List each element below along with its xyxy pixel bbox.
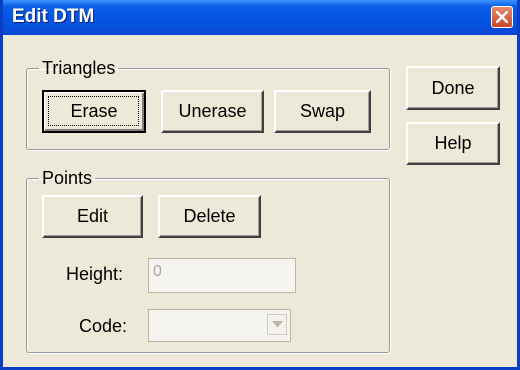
help-button-label: Help: [434, 133, 472, 153]
unerase-button-label: Unerase: [178, 101, 247, 121]
swap-button[interactable]: Swap: [274, 90, 371, 133]
code-label: Code:: [79, 316, 128, 336]
unerase-button[interactable]: Unerase: [161, 90, 264, 133]
done-button-label: Done: [431, 77, 475, 98]
delete-point-button-label: Delete: [183, 206, 236, 226]
height-field[interactable]: 0: [148, 258, 296, 293]
edit-point-button-label: Edit: [76, 206, 109, 226]
code-dropdown[interactable]: [148, 309, 291, 342]
dropdown-button[interactable]: [267, 314, 287, 335]
points-legend: Points: [42, 168, 93, 188]
height-label: Height:: [66, 264, 124, 284]
help-button[interactable]: Help: [406, 122, 500, 165]
chevron-down-icon: [272, 321, 283, 328]
delete-point-button[interactable]: Delete: [158, 195, 261, 238]
close-button[interactable]: [491, 6, 513, 28]
title-bar[interactable]: Edit DTM: [3, 0, 517, 35]
erase-button[interactable]: Erase: [42, 90, 146, 133]
erase-button-label: Erase: [70, 101, 118, 121]
done-button[interactable]: Done: [406, 66, 500, 110]
edit-point-button[interactable]: Edit: [42, 195, 143, 238]
edit-dtm-dialog: Edit DTM Triangles Erase Unerase Swap Do…: [0, 0, 520, 370]
triangles-legend: Triangles: [42, 58, 116, 78]
swap-button-label: Swap: [299, 101, 346, 121]
height-value: 0: [153, 263, 162, 280]
close-icon: [496, 11, 508, 23]
window-title: Edit DTM: [12, 6, 95, 27]
